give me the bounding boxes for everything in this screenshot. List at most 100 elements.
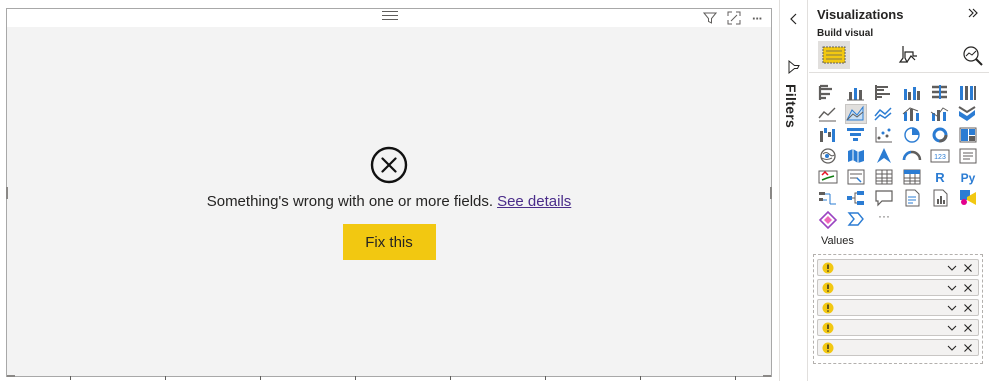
visual-types-gallery: 123 R Py ··· bbox=[817, 83, 982, 230]
focus-mode-icon[interactable] bbox=[726, 10, 742, 26]
funnel-chart-icon[interactable] bbox=[845, 125, 867, 145]
filled-map-icon[interactable] bbox=[845, 146, 867, 166]
build-mode-row bbox=[817, 41, 983, 71]
python-visual-icon[interactable]: Py bbox=[957, 167, 979, 187]
fix-this-button[interactable]: Fix this bbox=[342, 224, 436, 260]
svg-text:Py: Py bbox=[961, 171, 976, 185]
table-icon[interactable] bbox=[873, 167, 895, 187]
ribbon-chart-icon[interactable] bbox=[957, 104, 979, 124]
filters-label[interactable]: Filters bbox=[783, 84, 799, 128]
visualizations-title: Visualizations bbox=[817, 7, 904, 22]
map-icon[interactable] bbox=[817, 146, 839, 166]
get-more-visuals-icon[interactable] bbox=[845, 209, 867, 229]
gauge-icon[interactable] bbox=[901, 146, 923, 166]
stacked-area-chart-icon[interactable] bbox=[873, 104, 895, 124]
qa-icon[interactable] bbox=[873, 188, 895, 208]
line-and-clustered-column-chart-icon[interactable] bbox=[929, 104, 951, 124]
error-text: Something's wrong with one or more field… bbox=[207, 193, 572, 210]
see-details-link[interactable]: See details bbox=[497, 193, 571, 210]
format-visual-icon[interactable] bbox=[892, 41, 924, 69]
value-field-item[interactable] bbox=[817, 259, 979, 276]
svg-text:123: 123 bbox=[934, 154, 946, 161]
scatter-chart-icon[interactable] bbox=[873, 125, 895, 145]
clustered-bar-chart-icon[interactable] bbox=[873, 83, 895, 103]
error-circle-x-icon bbox=[370, 146, 408, 184]
ruler-tick bbox=[640, 376, 641, 380]
power-bi-report-window: ··· Something's wrong with one or more f… bbox=[0, 0, 989, 381]
treemap-icon[interactable] bbox=[957, 125, 979, 145]
chevron-down-icon[interactable] bbox=[946, 342, 958, 354]
paginated-report-icon[interactable] bbox=[929, 188, 951, 208]
report-canvas: ··· Something's wrong with one or more f… bbox=[0, 0, 780, 381]
value-field-item[interactable] bbox=[817, 339, 979, 356]
line-chart-icon[interactable] bbox=[817, 104, 839, 124]
filters-pane-collapsed: Filters bbox=[780, 0, 808, 381]
line-and-stacked-column-chart-icon[interactable] bbox=[901, 104, 923, 124]
analytics-icon[interactable] bbox=[957, 41, 989, 69]
ruler-tick bbox=[70, 376, 71, 380]
funnel-icon[interactable] bbox=[786, 59, 802, 75]
power-apps-icon[interactable] bbox=[957, 188, 979, 208]
multi-row-card-icon[interactable] bbox=[957, 146, 979, 166]
slicer-icon[interactable] bbox=[845, 167, 867, 187]
svg-text:R: R bbox=[935, 170, 945, 185]
build-visual-icon[interactable] bbox=[818, 41, 850, 69]
warning-icon bbox=[822, 282, 834, 294]
more-visuals-icon[interactable]: ··· bbox=[873, 209, 895, 229]
chevron-down-icon[interactable] bbox=[946, 322, 958, 334]
waterfall-chart-icon[interactable] bbox=[817, 125, 839, 145]
warning-icon bbox=[822, 302, 834, 314]
error-message: Something's wrong with one or more field… bbox=[206, 193, 494, 210]
build-mode-divider bbox=[809, 72, 989, 73]
collapse-left-icon[interactable] bbox=[786, 11, 802, 27]
card-icon[interactable]: 123 bbox=[929, 146, 951, 166]
donut-chart-icon[interactable] bbox=[929, 125, 951, 145]
smart-narrative-icon[interactable] bbox=[901, 188, 923, 208]
expand-pane-icon[interactable] bbox=[966, 6, 980, 23]
ruler-tick bbox=[450, 376, 451, 380]
visualizations-pane: Visualizations Build visual 123 R Py ··· Va… bbox=[809, 0, 989, 381]
value-field-item[interactable] bbox=[817, 279, 979, 296]
remove-field-icon[interactable] bbox=[962, 302, 974, 314]
area-chart-icon[interactable] bbox=[845, 104, 867, 124]
values-label: Values bbox=[821, 235, 854, 247]
clustered-column-chart-icon[interactable] bbox=[901, 83, 923, 103]
value-field-item[interactable] bbox=[817, 319, 979, 336]
build-visual-label: Build visual bbox=[817, 28, 874, 39]
power-automate-icon[interactable] bbox=[817, 209, 839, 229]
azure-map-icon[interactable] bbox=[873, 146, 895, 166]
decomposition-tree-icon[interactable] bbox=[845, 188, 867, 208]
100-stacked-column-chart-icon[interactable] bbox=[957, 83, 979, 103]
warning-icon bbox=[822, 342, 834, 354]
filter-icon[interactable] bbox=[702, 10, 718, 26]
ruler-tick bbox=[165, 376, 166, 380]
visual-container[interactable]: ··· Something's wrong with one or more f… bbox=[6, 8, 772, 380]
remove-field-icon[interactable] bbox=[962, 342, 974, 354]
stacked-bar-chart-icon[interactable] bbox=[817, 83, 839, 103]
100-stacked-bar-chart-icon[interactable] bbox=[929, 83, 951, 103]
chevron-down-icon[interactable] bbox=[946, 262, 958, 274]
remove-field-icon[interactable] bbox=[962, 282, 974, 294]
kpi-icon[interactable] bbox=[817, 167, 839, 187]
stacked-column-chart-icon[interactable] bbox=[845, 83, 867, 103]
matrix-icon[interactable] bbox=[901, 167, 923, 187]
ruler-tick bbox=[355, 376, 356, 380]
resize-handle-bottom-left[interactable] bbox=[7, 375, 15, 377]
drag-handle-icon[interactable] bbox=[382, 11, 398, 21]
r-script-visual-icon[interactable]: R bbox=[929, 167, 951, 187]
values-field-well[interactable] bbox=[813, 254, 983, 364]
ruler-tick bbox=[735, 376, 736, 380]
warning-icon bbox=[822, 262, 834, 274]
ruler-tick bbox=[545, 376, 546, 380]
more-options-icon[interactable]: ··· bbox=[749, 10, 765, 26]
warning-icon bbox=[822, 322, 834, 334]
remove-field-icon[interactable] bbox=[962, 262, 974, 274]
chevron-down-icon[interactable] bbox=[946, 282, 958, 294]
key-influencers-icon[interactable] bbox=[817, 188, 839, 208]
remove-field-icon[interactable] bbox=[962, 322, 974, 334]
visual-header: ··· bbox=[7, 9, 771, 27]
pie-chart-icon[interactable] bbox=[901, 125, 923, 145]
chevron-down-icon[interactable] bbox=[946, 302, 958, 314]
resize-handle-bottom-right[interactable] bbox=[763, 375, 771, 377]
value-field-item[interactable] bbox=[817, 299, 979, 316]
